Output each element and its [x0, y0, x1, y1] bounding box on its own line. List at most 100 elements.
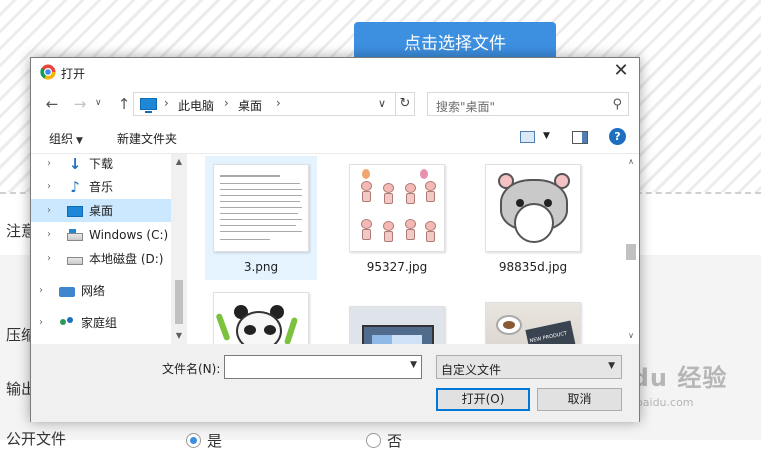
file-item[interactable]: [341, 298, 453, 344]
panda-thumbnail: [213, 292, 309, 344]
chevron-down-icon[interactable]: ▼: [410, 360, 417, 370]
preview-pane-icon[interactable]: [572, 131, 588, 144]
navigation-tree: › ↓ 下载 › ♪ 音乐 › 桌面 › Windows (C:) › 本地磁盘…: [31, 154, 187, 344]
expand-chevron-icon[interactable]: ›: [47, 253, 57, 264]
close-button[interactable]: ✕: [609, 60, 633, 84]
radio-no[interactable]: 否: [366, 430, 402, 451]
desktop-icon: [67, 205, 83, 217]
search-placeholder: 搜索"桌面": [436, 100, 496, 114]
open-button[interactable]: 打开(O): [436, 388, 530, 411]
thumbnail-text: NEW PRODUCT: [529, 330, 568, 344]
view-options-caret-icon[interactable]: ▼: [543, 131, 550, 141]
tree-item-label: 音乐: [89, 180, 114, 194]
file-type-value: 自定义文件: [441, 363, 502, 377]
cancel-button[interactable]: 取消: [537, 388, 622, 411]
file-name: 3.png: [243, 260, 279, 274]
tree-item-label: 下载: [89, 157, 114, 171]
homegroup-icon: [59, 316, 75, 330]
file-item[interactable]: 3.png: [205, 156, 317, 280]
laptop-thumbnail: [349, 306, 445, 344]
drive-icon: [67, 256, 83, 265]
open-file-dialog: 打开 ✕ ← → ↑ ∨ › 此电脑 › 桌面 › ∨ ↻ 搜索"桌面" ⚲ 组…: [30, 57, 640, 422]
address-bar[interactable]: › 此电脑 › 桌面 › ∨: [133, 92, 415, 116]
navigation-bar: ← → ↑ ∨ › 此电脑 › 桌面 › ∨ ↻ 搜索"桌面" ⚲: [31, 88, 639, 120]
search-icon[interactable]: ⚲: [612, 97, 622, 112]
breadcrumb-chevron-icon[interactable]: ›: [276, 96, 281, 110]
scroll-down-icon[interactable]: ▼: [171, 328, 187, 344]
filename-input[interactable]: ▼: [224, 355, 422, 379]
history-chevron-icon[interactable]: ∨: [95, 98, 102, 108]
expand-chevron-icon[interactable]: ›: [47, 205, 57, 216]
network-icon: [59, 286, 75, 297]
refresh-icon[interactable]: ↻: [395, 92, 415, 116]
drive-icon: [67, 228, 83, 241]
radio-yes-circle[interactable]: [186, 433, 201, 448]
tree-item-label: 本地磁盘 (D:): [89, 252, 164, 266]
file-list: 3.png 95327.jpg 98835d.jpg NEW PRODUCT: [193, 154, 623, 344]
forward-arrow-icon[interactable]: →: [71, 94, 89, 114]
tree-scroll-thumb[interactable]: [175, 280, 183, 324]
coffee-thumbnail: NEW PRODUCT: [485, 302, 581, 344]
search-input[interactable]: 搜索"桌面" ⚲: [427, 92, 629, 116]
scroll-up-icon[interactable]: ▲: [171, 154, 187, 170]
back-arrow-icon[interactable]: ←: [43, 94, 61, 114]
expand-chevron-icon[interactable]: ›: [47, 158, 57, 169]
radio-yes-label: 是: [207, 432, 223, 450]
chevron-down-icon[interactable]: ▼: [608, 361, 615, 371]
dialog-title: 打开: [61, 67, 86, 81]
file-scroll-thumb[interactable]: [626, 244, 636, 260]
breadcrumb-this-pc[interactable]: 此电脑: [178, 97, 214, 114]
file-scrollbar[interactable]: ∧ ∨: [623, 154, 639, 344]
dialog-titlebar: 打开 ✕: [31, 58, 639, 86]
tree-item-downloads[interactable]: › ↓ 下载: [31, 154, 171, 175]
expand-chevron-icon[interactable]: ›: [47, 229, 57, 240]
breadcrumb-chevron-icon[interactable]: ›: [164, 96, 169, 110]
dialog-footer: 文件名(N): ▼ 自定义文件 ▼ 打开(O) 取消: [31, 344, 639, 422]
expand-chevron-icon[interactable]: ›: [47, 181, 57, 192]
document-thumbnail: [213, 164, 309, 252]
tree-item-label: Windows (C:): [89, 227, 169, 242]
pig-thumbnail: [349, 164, 445, 252]
file-name: 98835d.jpg: [498, 260, 568, 274]
label-public-file: 公开文件: [6, 430, 67, 448]
change-view-icon[interactable]: [520, 131, 535, 143]
radio-no-circle[interactable]: [366, 433, 381, 448]
tree-item-network[interactable]: › 网络: [31, 279, 171, 302]
tree-item-music[interactable]: › ♪ 音乐: [31, 175, 171, 198]
breadcrumb-desktop[interactable]: 桌面: [238, 97, 262, 114]
radio-no-label: 否: [387, 432, 403, 450]
tree-item-label: 家庭组: [81, 316, 118, 330]
organize-label: 组织: [49, 132, 74, 146]
expand-chevron-icon[interactable]: ›: [39, 285, 49, 296]
tree-item-label: 网络: [81, 284, 106, 298]
file-type-select[interactable]: 自定义文件 ▼: [436, 355, 622, 379]
radio-yes[interactable]: 是: [186, 430, 222, 451]
file-item[interactable]: 95327.jpg: [341, 156, 453, 280]
this-pc-icon: [140, 98, 157, 113]
organize-menu[interactable]: 组织 ▼: [49, 130, 83, 147]
help-icon[interactable]: ?: [609, 128, 626, 145]
expand-chevron-icon[interactable]: ›: [39, 317, 49, 328]
caret-down-icon: ▼: [76, 136, 83, 146]
scroll-up-icon[interactable]: ∧: [623, 154, 639, 170]
file-name: 95327.jpg: [366, 260, 428, 274]
file-item[interactable]: [205, 284, 317, 344]
download-icon: ↓: [68, 154, 82, 173]
scroll-down-icon[interactable]: ∨: [623, 328, 639, 344]
file-item[interactable]: 98835d.jpg: [477, 156, 589, 280]
tree-item-desktop[interactable]: › 桌面: [31, 199, 171, 222]
address-dropdown-icon[interactable]: ∨: [378, 97, 386, 110]
command-bar: 组织 ▼ 新建文件夹 ▼ ?: [31, 122, 639, 154]
tree-item-label: 桌面: [89, 204, 114, 218]
tree-item-local-disk-d[interactable]: › 本地磁盘 (D:): [31, 247, 171, 270]
tree-scrollbar[interactable]: ▲ ▼: [171, 154, 187, 344]
new-folder-button[interactable]: 新建文件夹: [117, 130, 177, 147]
music-icon: ♪: [70, 177, 80, 196]
breadcrumb-chevron-icon[interactable]: ›: [224, 96, 229, 110]
chrome-icon: [40, 64, 56, 80]
tree-item-windows-c[interactable]: › Windows (C:): [31, 223, 171, 246]
filename-label: 文件名(N):: [162, 362, 221, 376]
tree-item-homegroup[interactable]: › 家庭组: [31, 311, 171, 334]
up-arrow-icon[interactable]: ↑: [115, 94, 133, 114]
file-item[interactable]: NEW PRODUCT: [477, 294, 589, 344]
